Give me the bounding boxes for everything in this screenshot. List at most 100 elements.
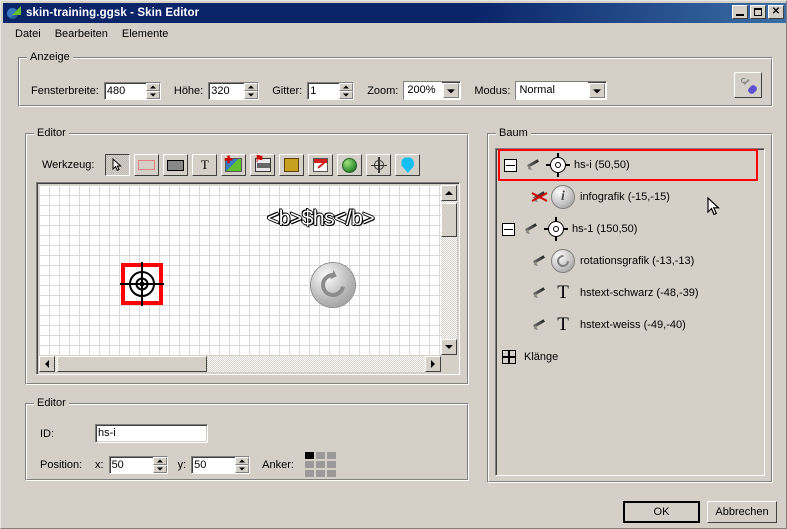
skin-canvas[interactable]: <b>$hs</b> [36, 182, 460, 375]
hoehe-input[interactable]: 320 [208, 81, 245, 100]
vertical-scroll-thumb[interactable] [441, 203, 457, 237]
gitter-spin-buttons[interactable] [339, 81, 355, 100]
rectangle-tool-button[interactable] [134, 154, 160, 176]
tree-node-klaenge[interactable]: Klänge [496, 341, 764, 373]
globe-tool-button[interactable] [337, 154, 363, 176]
position-y-spin-down[interactable] [235, 464, 250, 473]
element-properties-group: Editor ID: hs-i Position: x: 50 y: 50 An… [25, 397, 469, 481]
scroll-up-button[interactable] [441, 185, 457, 201]
select-tool-button[interactable] [105, 154, 131, 176]
menu-item-bearbeiten[interactable]: Bearbeiten [50, 27, 117, 42]
tree-node-hstext-schwarz[interactable]: T hstext-schwarz (-48,-39) [496, 277, 764, 309]
element-tree[interactable]: hs-i (50,50) i infografik (-15,-15) hs-1… [495, 148, 765, 476]
anker-cell-8[interactable] [326, 470, 336, 477]
cancel-button-label: Abbrechen [715, 506, 769, 518]
position-y-stepper[interactable]: 50 [191, 455, 251, 474]
menu-item-datei[interactable]: Datei [10, 27, 50, 42]
hoehe-spin-down[interactable] [244, 90, 259, 99]
position-x-spin-buttons[interactable] [152, 455, 168, 474]
position-y-spin-up[interactable] [235, 456, 250, 465]
rotation-circle-icon [552, 250, 574, 272]
tree-node-hs-1[interactable]: hs-1 (150,50) [496, 213, 764, 245]
maximize-button[interactable] [750, 5, 766, 19]
position-x-spin-down[interactable] [152, 464, 167, 473]
zoom-select[interactable]: 200% [403, 81, 462, 100]
canvas-horizontal-scrollbar[interactable] [39, 356, 441, 372]
scroll-left-button[interactable] [39, 356, 55, 372]
filled-rectangle-tool-button[interactable] [163, 154, 189, 176]
canvas-text-element[interactable]: <b>$hs</b> [267, 207, 375, 231]
tree-node-label: hstext-schwarz (-48,-39) [580, 287, 699, 299]
pen-icon[interactable] [529, 253, 548, 270]
properties-legend: Editor [34, 397, 69, 409]
marker-tool-button[interactable] [395, 154, 421, 176]
scroll-down-button[interactable] [441, 339, 457, 355]
chevron-down-icon[interactable] [589, 83, 606, 98]
add-image-tool-button[interactable]: ✚ [221, 154, 247, 176]
scroll-right-button[interactable] [425, 356, 441, 372]
text-tool-button[interactable]: T [192, 154, 218, 176]
canvas-grid-surface[interactable]: <b>$hs</b> [39, 185, 441, 355]
selected-crosshair-element[interactable] [120, 262, 164, 306]
pen-icon[interactable] [523, 157, 542, 174]
menu-item-elemente[interactable]: Elemente [117, 27, 177, 42]
gitter-input[interactable]: 1 [307, 81, 340, 100]
anker-cell-3[interactable] [304, 461, 314, 468]
anker-cell-6[interactable] [304, 470, 314, 477]
id-row: ID: hs-i [40, 424, 208, 443]
gitter-spin-down[interactable] [339, 90, 354, 99]
position-x-input[interactable]: 50 [108, 455, 153, 474]
tree-node-infografik[interactable]: i infografik (-15,-15) [496, 181, 764, 213]
horizontal-scroll-thumb[interactable] [57, 356, 207, 372]
expander-minus-icon[interactable] [502, 222, 515, 236]
tree-node-hstext-weiss[interactable]: T hstext-weiss (-49,-40) [496, 309, 764, 341]
position-x-spin-up[interactable] [152, 456, 167, 465]
chevron-down-icon[interactable] [443, 83, 460, 98]
rectangle-outline-icon [138, 160, 156, 170]
anker-cell-1[interactable] [315, 452, 325, 459]
pen-icon[interactable] [529, 285, 548, 302]
anker-cell-2[interactable] [326, 452, 336, 459]
rotation-graphic-element[interactable] [311, 263, 355, 307]
treasure-tool-button[interactable] [279, 154, 305, 176]
fensterbreite-spin-up[interactable] [145, 82, 160, 91]
anker-cell-5[interactable] [326, 461, 336, 468]
close-button[interactable]: ✕ [768, 5, 784, 19]
gitter-spin-up[interactable] [339, 82, 354, 91]
pen-icon[interactable] [521, 221, 540, 238]
minimize-button[interactable] [732, 5, 748, 19]
expander-minus-icon[interactable] [504, 158, 517, 172]
fensterbreite-spin-buttons[interactable] [145, 81, 161, 100]
tree-node-label: Klänge [524, 351, 559, 363]
tree-node-hs-i[interactable]: hs-i (50,50) [498, 149, 758, 181]
anker-cell-0[interactable] [304, 452, 314, 459]
fensterbreite-stepper[interactable]: 480 [103, 81, 161, 100]
anker-cell-7[interactable] [315, 470, 325, 477]
add-building-tool-button[interactable]: ⚑ [250, 154, 276, 176]
hoehe-stepper[interactable]: 320 [208, 81, 260, 100]
note-tool-button[interactable] [308, 154, 334, 176]
anker-cell-4[interactable] [315, 461, 325, 468]
hoehe-spin-up[interactable] [244, 82, 259, 91]
anzeige-legend: Anzeige [27, 51, 73, 63]
grid-four-icon[interactable] [502, 350, 516, 364]
position-y-spin-buttons[interactable] [235, 455, 251, 474]
gitter-stepper[interactable]: 1 [307, 81, 355, 100]
position-y-input[interactable]: 50 [191, 455, 236, 474]
ok-button[interactable]: OK [623, 501, 700, 523]
hoehe-spin-buttons[interactable] [244, 81, 260, 100]
tree-node-rotationsgrafik[interactable]: rotationsgrafik (-13,-13) [496, 245, 764, 277]
id-input[interactable]: hs-i [95, 424, 208, 443]
crosshair-tool-button[interactable] [366, 154, 392, 176]
position-x-stepper[interactable]: 50 [108, 455, 168, 474]
tree-node-label: rotationsgrafik (-13,-13) [580, 255, 695, 267]
cancel-button[interactable]: Abbrechen [707, 501, 777, 523]
canvas-vertical-scrollbar[interactable] [441, 185, 457, 355]
modus-select[interactable]: Normal [515, 81, 608, 100]
fensterbreite-input[interactable]: 480 [103, 81, 146, 100]
pen-icon-disabled[interactable] [529, 189, 548, 206]
screwdriver-tool-button[interactable] [734, 72, 762, 98]
pen-icon[interactable] [529, 317, 548, 334]
fensterbreite-spin-down[interactable] [145, 90, 160, 99]
anker-picker[interactable] [304, 452, 336, 477]
